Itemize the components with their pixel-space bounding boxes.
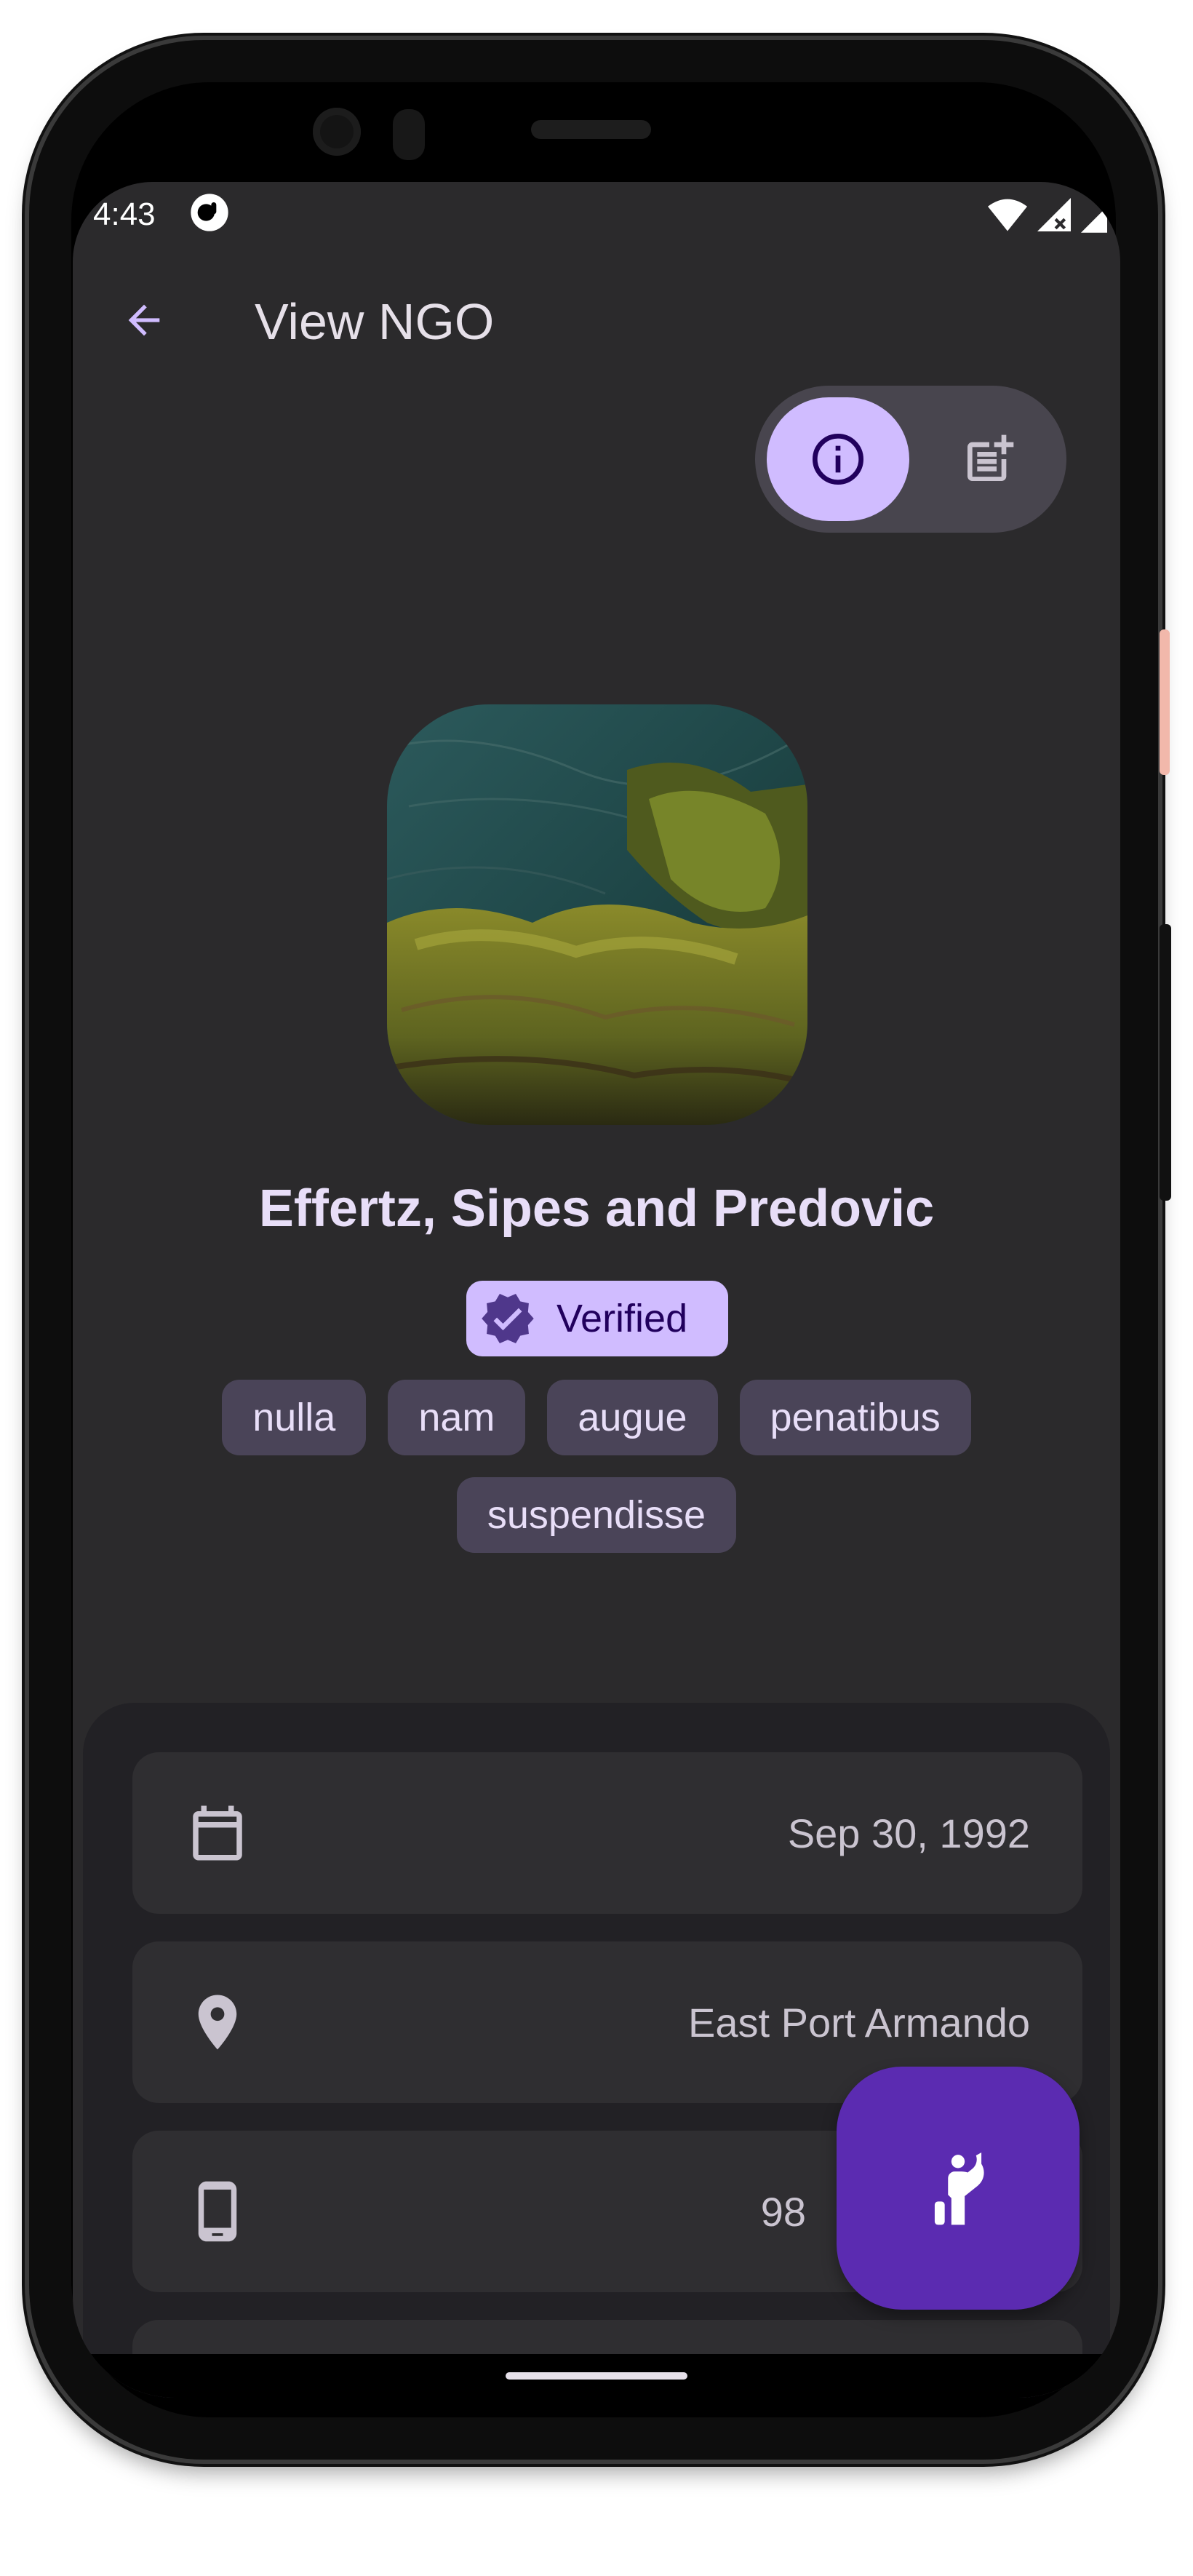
phone-value: 98 <box>760 2188 806 2235</box>
back-button[interactable] <box>108 284 180 357</box>
app-notification-icon <box>191 194 228 231</box>
tag-chip[interactable]: nam <box>388 1380 526 1455</box>
screen: 4:43 View NGO Effertz, Sipes and Predovi… <box>73 182 1120 2398</box>
date-row: Sep 30, 1992 <box>132 1752 1082 1914</box>
post-add-icon <box>967 434 1014 481</box>
status-icons <box>988 196 1107 233</box>
view-toggle <box>755 386 1066 533</box>
tag-chip[interactable]: suspendisse <box>456 1477 737 1553</box>
wifi-icon <box>988 199 1027 231</box>
status-bar: 4:43 <box>73 182 1120 247</box>
front-camera <box>313 108 361 156</box>
earpiece-speaker <box>531 120 651 139</box>
ngo-photo <box>387 704 807 1125</box>
top-app-bar: View NGO <box>73 247 1120 386</box>
volume-button <box>1160 629 1170 775</box>
verified-badge: Verified <box>466 1281 728 1356</box>
verified-icon <box>482 1294 534 1344</box>
ngo-name: Effertz, Sipes and Predovic <box>258 1180 935 1238</box>
tag-chip[interactable]: nulla <box>222 1380 367 1455</box>
info-icon <box>813 434 863 485</box>
info-tab-button[interactable] <box>767 397 909 521</box>
status-time: 4:43 <box>93 196 156 232</box>
phone-icon <box>198 2181 237 2242</box>
tag-row-2: suspendisse <box>73 1477 1120 1553</box>
power-button <box>1160 924 1171 1201</box>
volunteer-icon <box>934 2152 984 2225</box>
tag-chip[interactable]: penatibus <box>739 1380 971 1455</box>
volunteer-fab[interactable] <box>837 2067 1080 2310</box>
home-gesture-bar[interactable] <box>506 2372 687 2380</box>
signal-icon <box>1037 198 1071 231</box>
verified-label: Verified <box>556 1297 688 1340</box>
proximity-sensor <box>393 109 425 160</box>
ngo-photo-graphic <box>387 704 807 1125</box>
tag-row-1: nulla nam augue penatibus <box>73 1380 1120 1455</box>
location-pin-icon <box>198 1995 237 2050</box>
calendar-icon <box>193 1805 242 1861</box>
tag-chip[interactable]: augue <box>547 1380 718 1455</box>
battery-icon <box>1081 206 1107 233</box>
page-title: View NGO <box>255 293 495 350</box>
posts-tab-button[interactable] <box>924 397 1055 521</box>
arrow-back-icon <box>128 304 160 336</box>
founded-date: Sep 30, 1992 <box>787 1810 1030 1856</box>
